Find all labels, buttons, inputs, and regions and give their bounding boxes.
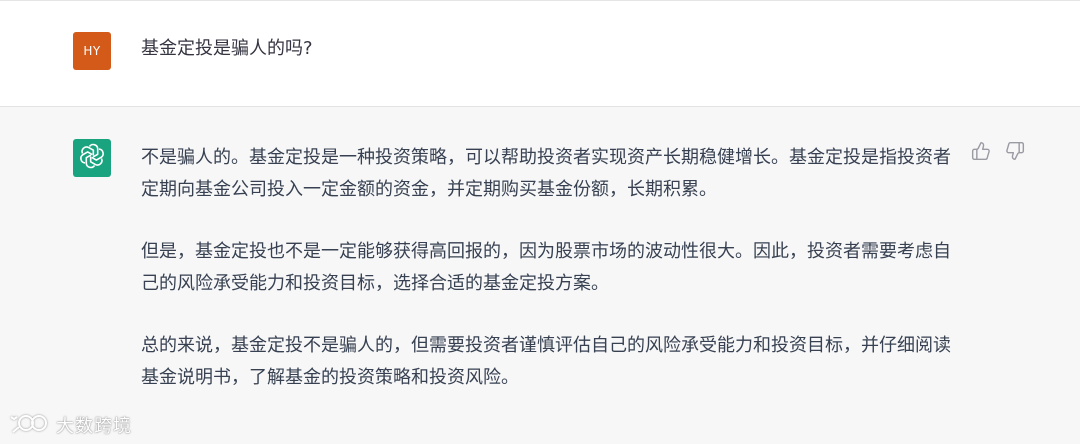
assistant-message-row: 不是骗人的。基金定投是一种投资策略，可以帮助投资者实现资产长期稳健增长。基金定投… bbox=[0, 107, 1080, 444]
thumbs-up-button[interactable] bbox=[970, 141, 992, 165]
openai-logo-icon bbox=[79, 143, 105, 173]
assistant-message-text: 不是骗人的。基金定投是一种投资策略，可以帮助投资者实现资产长期稳健增长。基金定投… bbox=[141, 142, 951, 394]
assistant-paragraph-1: 不是骗人的。基金定投是一种投资策略，可以帮助投资者实现资产长期稳健增长。基金定投… bbox=[141, 147, 951, 200]
watermark-text: 大数跨境 bbox=[56, 416, 132, 437]
thumbs-down-button[interactable] bbox=[1004, 141, 1026, 165]
thumbs-up-icon bbox=[971, 141, 991, 165]
user-avatar: HY bbox=[73, 32, 111, 70]
thumbs-down-icon bbox=[1005, 141, 1025, 165]
user-avatar-initials: HY bbox=[83, 44, 101, 58]
assistant-paragraph-3: 总的来说，基金定投不是骗人的，但需要投资者谨慎评估自己的风险承受能力和投资目标，… bbox=[141, 335, 951, 388]
user-message-row: HY 基金定投是骗人的吗? bbox=[0, 0, 1080, 107]
watermark-logo-icon bbox=[8, 411, 50, 439]
chat-page: HY 基金定投是骗人的吗? 不是骗人的。基金定投是一种投资策略，可以帮助投资者实… bbox=[0, 0, 1080, 444]
watermark: 大数跨境 bbox=[8, 411, 132, 439]
assistant-avatar bbox=[73, 139, 111, 177]
user-message-text: 基金定投是骗人的吗? bbox=[141, 38, 313, 59]
feedback-buttons bbox=[970, 141, 1026, 165]
assistant-paragraph-2: 但是，基金定投也不是一定能够获得高回报的，因为股票市场的波动性很大。因此，投资者… bbox=[141, 241, 951, 294]
